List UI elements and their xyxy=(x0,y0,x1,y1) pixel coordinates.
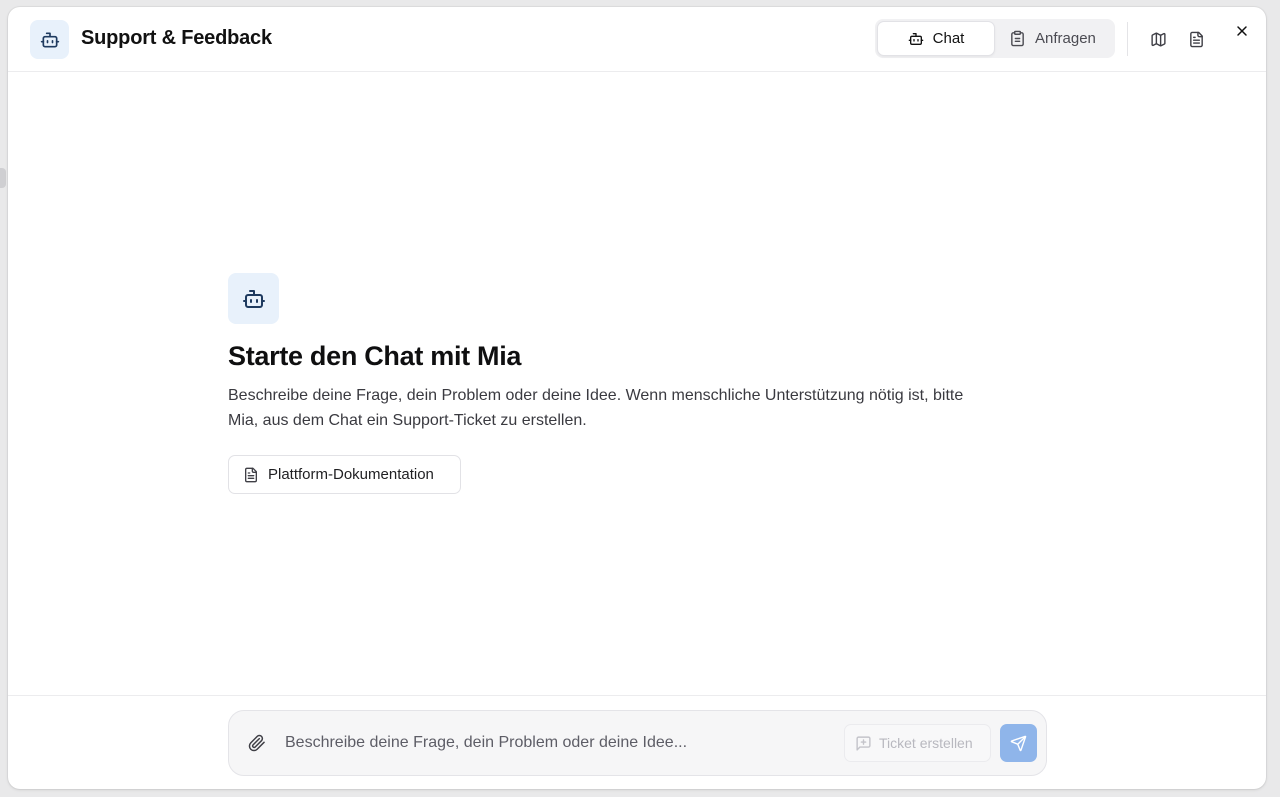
paperclip-icon xyxy=(248,734,266,752)
close-button[interactable] xyxy=(1228,17,1256,45)
map-icon xyxy=(1150,31,1167,48)
robot-icon xyxy=(908,31,924,47)
view-switcher: Chat Anfragen xyxy=(875,19,1115,58)
background-edge xyxy=(0,168,6,188)
robot-icon xyxy=(30,20,69,59)
welcome-description: Beschreibe deine Frage, dein Problem ode… xyxy=(228,387,964,429)
close-icon xyxy=(1234,23,1250,39)
message-composer: Ticket erstellen xyxy=(228,710,1047,776)
document-icon xyxy=(243,467,259,483)
attach-button[interactable] xyxy=(245,731,269,755)
support-dialog: Support & Feedback Chat Anfragen Starte … xyxy=(8,7,1266,789)
welcome-title: Starte den Chat mit Mia xyxy=(228,341,522,371)
documentation-button[interactable] xyxy=(1182,25,1210,53)
create-ticket-label: Ticket erstellen xyxy=(879,735,973,751)
clipboard-icon xyxy=(1009,30,1026,47)
create-ticket-button[interactable]: Ticket erstellen xyxy=(844,724,991,762)
platform-docs-label: Plattform-Dokumentation xyxy=(268,466,434,483)
dialog-header: Support & Feedback Chat Anfragen xyxy=(8,7,1266,72)
document-icon xyxy=(1188,31,1205,48)
map-button[interactable] xyxy=(1144,25,1172,53)
header-divider xyxy=(1127,22,1128,56)
platform-docs-button[interactable]: Plattform-Dokumentation xyxy=(228,455,461,494)
message-input[interactable] xyxy=(285,727,835,759)
send-button[interactable] xyxy=(1000,724,1037,762)
message-plus-icon xyxy=(855,735,872,752)
dialog-title: Support & Feedback xyxy=(81,27,272,49)
send-icon xyxy=(1010,735,1027,752)
tab-anfragen-label: Anfragen xyxy=(1035,30,1096,47)
welcome-robot-icon xyxy=(228,273,279,324)
tab-chat[interactable]: Chat xyxy=(877,21,995,56)
tab-chat-label: Chat xyxy=(932,30,965,47)
composer-footer: Ticket erstellen xyxy=(8,695,1266,789)
tab-anfragen[interactable]: Anfragen xyxy=(1007,21,1111,56)
